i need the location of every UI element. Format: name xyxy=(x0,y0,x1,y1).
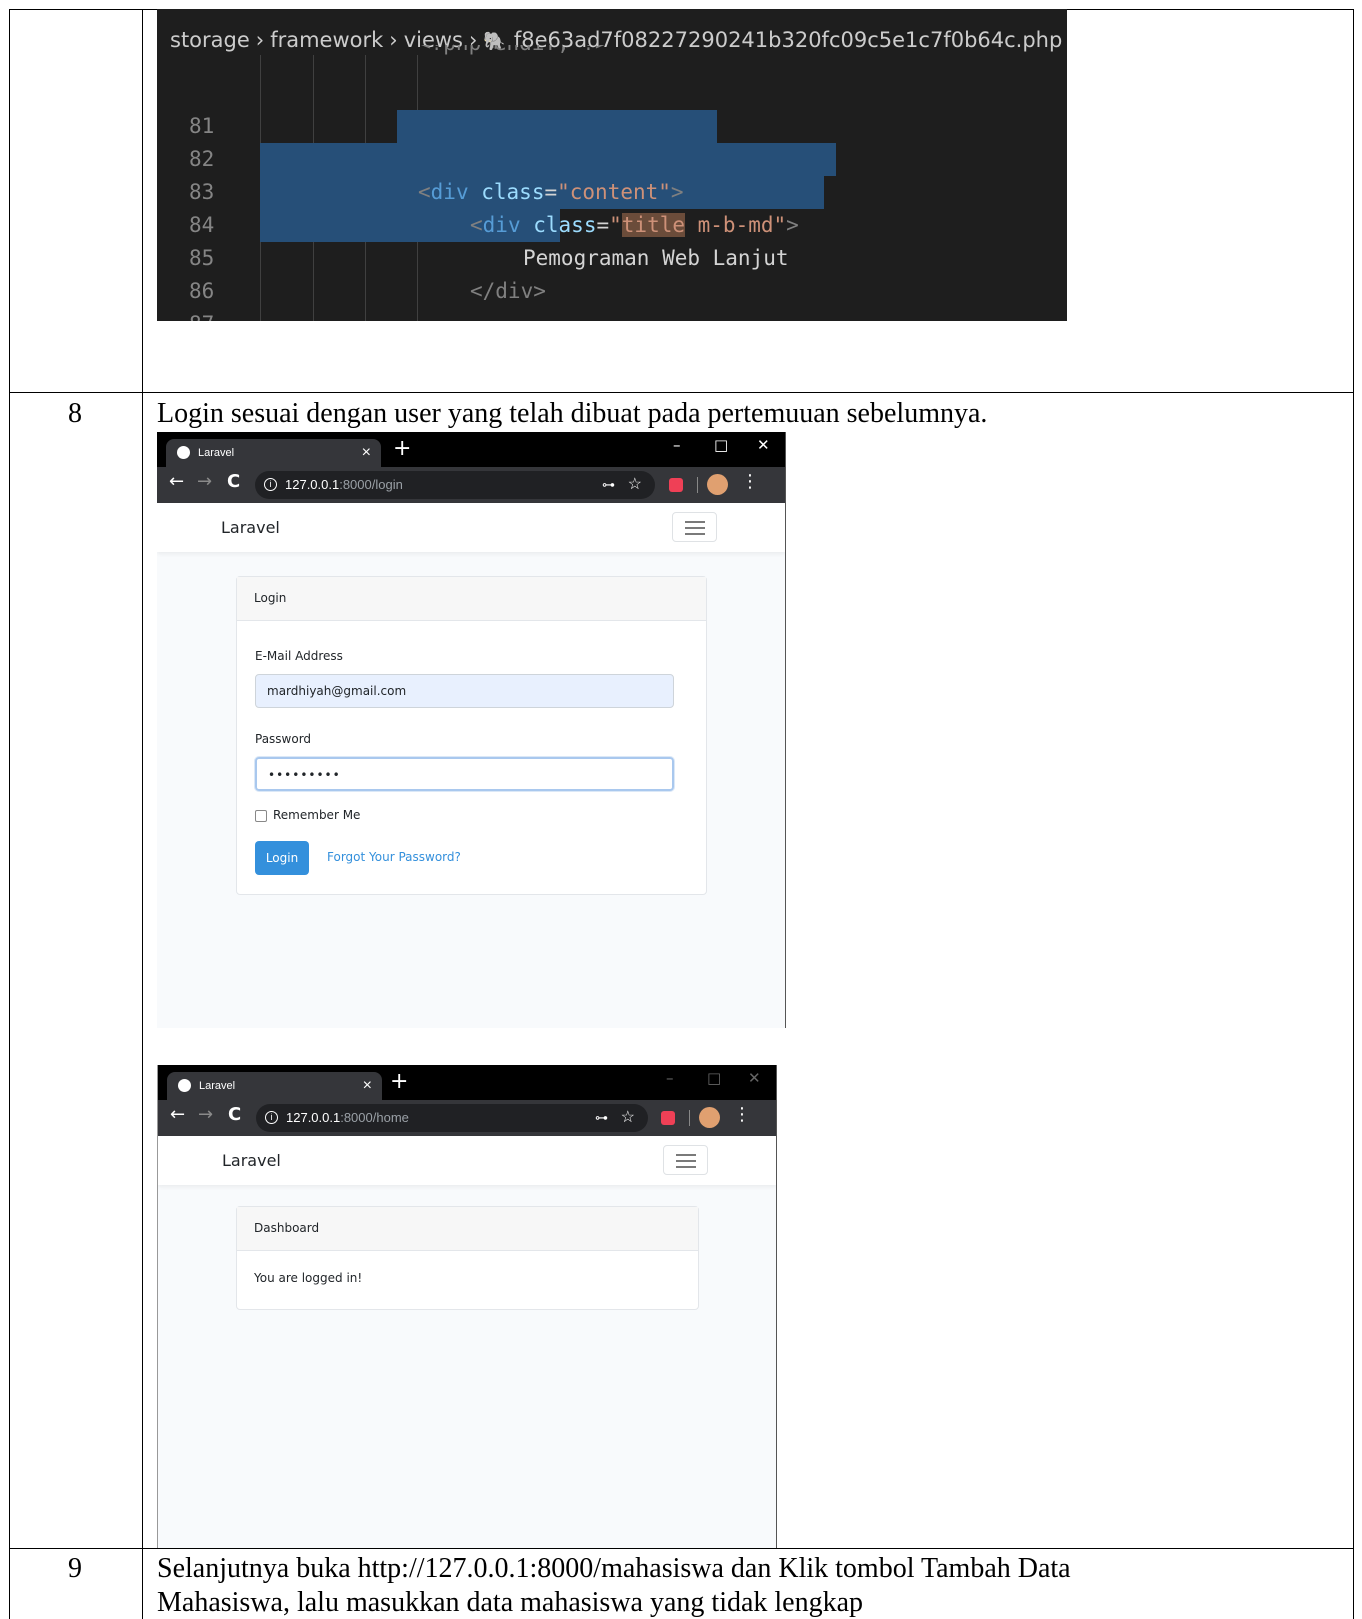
card-header: Login xyxy=(237,577,706,621)
code-line-partial: <?php endif; ?> xyxy=(157,45,1067,65)
code-line-82[interactable]: 82 <div class="content"> xyxy=(157,110,1067,204)
menu-icon[interactable]: ⋮ xyxy=(741,471,759,492)
globe-icon xyxy=(177,446,190,459)
browser-tab[interactable]: Laravel × xyxy=(166,439,381,467)
dashboard-card: Dashboard You are logged in! xyxy=(236,1206,699,1310)
code-line-84[interactable]: 84 Pemograman Web Lanjut xyxy=(157,176,1067,270)
step-number: 8 xyxy=(68,398,82,429)
table-border-left xyxy=(9,9,10,1619)
login-button[interactable]: Login xyxy=(255,841,309,875)
step-number: 9 xyxy=(68,1553,82,1584)
address-bar[interactable]: i 127.0.0.1:8000/home ⊶ ☆ xyxy=(256,1104,648,1132)
toolbar-divider xyxy=(697,477,698,493)
table-row-divider-2 xyxy=(9,1548,1354,1549)
url-text: 127.0.0.1:8000/home xyxy=(286,1110,409,1125)
card-body-text: You are logged in! xyxy=(254,1271,363,1285)
remember-checkbox[interactable] xyxy=(255,810,267,822)
forgot-password-link[interactable]: Forgot Your Password? xyxy=(327,850,461,864)
app-navbar: Laravel xyxy=(157,503,785,552)
toolbar-divider xyxy=(689,1110,690,1126)
card-header: Dashboard xyxy=(237,1207,698,1251)
email-label: E-Mail Address xyxy=(255,649,343,663)
star-icon[interactable]: ☆ xyxy=(628,471,642,499)
back-icon[interactable]: ← xyxy=(170,1104,185,1125)
title-bar: Laravel × + – □ ✕ xyxy=(158,1065,776,1100)
hamburger-icon xyxy=(676,1154,696,1156)
star-icon[interactable]: ☆ xyxy=(621,1104,635,1132)
close-tab-icon[interactable]: × xyxy=(363,1072,372,1100)
table-row-divider-1 xyxy=(9,392,1354,393)
tab-title: Laravel xyxy=(199,1080,236,1092)
reload-icon[interactable]: C xyxy=(227,471,240,492)
address-bar[interactable]: i 127.0.0.1:8000/login ⊶ ☆ xyxy=(255,471,655,499)
info-icon[interactable]: i xyxy=(264,478,277,491)
url-text: 127.0.0.1:8000/login xyxy=(285,477,403,492)
close-window-icon[interactable]: ✕ xyxy=(748,1069,761,1087)
back-icon[interactable]: ← xyxy=(169,471,184,492)
code-editor-screenshot: storage › framework › views › 🐘 f8e63ad7f082272… xyxy=(157,9,1067,321)
code-line-85[interactable]: 85 </div> xyxy=(157,209,1067,303)
profile-avatar[interactable] xyxy=(699,1107,720,1128)
table-column-divider xyxy=(142,9,143,1619)
pocket-extension-icon[interactable] xyxy=(661,1111,675,1125)
browser-window-home: Laravel × + – □ ✕ ← → C i 127.0.0.1:8000… xyxy=(157,1065,777,1548)
password-field[interactable]: ••••••••• xyxy=(255,757,674,791)
hamburger-menu-button[interactable] xyxy=(663,1145,708,1175)
remember-label[interactable]: Remember Me xyxy=(273,808,360,822)
maximize-icon[interactable]: □ xyxy=(714,436,728,454)
step-description: Login sesuai dengan user yang telah dibu… xyxy=(157,398,988,429)
browser-toolbar: ← → C i 127.0.0.1:8000/login ⊶ ☆ ⋮ xyxy=(157,467,785,503)
minimize-icon[interactable]: – xyxy=(666,1069,674,1087)
new-tab-icon[interactable]: + xyxy=(393,436,411,461)
code-line-87[interactable]: 87 <div class="links"> xyxy=(157,275,1067,321)
code-text: <?php endif; ?> xyxy=(418,45,608,54)
forward-icon[interactable]: → xyxy=(198,1104,213,1125)
navbar-brand[interactable]: Laravel xyxy=(221,503,280,552)
menu-icon[interactable]: ⋮ xyxy=(733,1104,751,1125)
forward-icon[interactable]: → xyxy=(197,471,212,492)
table-border-right xyxy=(1353,9,1354,1619)
maximize-icon[interactable]: □ xyxy=(707,1069,721,1087)
app-navbar: Laravel xyxy=(158,1136,776,1185)
browser-window-login: Laravel × + – □ ✕ ← → C i 127.0.0.1:8000… xyxy=(157,432,786,1028)
browser-toolbar: ← → C i 127.0.0.1:8000/home ⊶ ☆ ⋮ xyxy=(158,1100,776,1136)
password-label: Password xyxy=(255,732,312,746)
step-description-line-2: Mahasiswa, lalu masukkan data mahasiswa … xyxy=(157,1587,864,1618)
key-icon[interactable]: ⊶ xyxy=(595,1104,608,1132)
browser-tab[interactable]: Laravel × xyxy=(167,1072,382,1100)
key-icon[interactable]: ⊶ xyxy=(602,471,615,499)
email-field[interactable]: mardhiyah@gmail.com xyxy=(255,674,674,708)
step-description-line-1: Selanjutnya buka http://127.0.0.1:8000/m… xyxy=(157,1553,1071,1584)
code-line-86[interactable]: 86 xyxy=(157,242,1067,303)
profile-avatar[interactable] xyxy=(707,474,728,495)
pocket-extension-icon[interactable] xyxy=(669,478,683,492)
info-icon[interactable]: i xyxy=(265,1111,278,1124)
tab-title: Laravel xyxy=(198,447,235,459)
new-tab-icon[interactable]: + xyxy=(390,1069,408,1094)
code-line-83[interactable]: 83 <div class="title m-b-md"> xyxy=(157,143,1067,237)
close-window-icon[interactable]: ✕ xyxy=(757,436,770,454)
globe-icon xyxy=(178,1079,191,1092)
line-number: 87 xyxy=(189,308,214,321)
navbar-brand[interactable]: Laravel xyxy=(222,1136,281,1185)
title-bar: Laravel × + – □ ✕ xyxy=(157,432,785,467)
login-card: Login E-Mail Address mardhiyah@gmail.com… xyxy=(236,576,707,895)
code-line-81[interactable]: 81 xyxy=(157,77,1067,138)
close-tab-icon[interactable]: × xyxy=(362,439,371,467)
reload-icon[interactable]: C xyxy=(228,1104,241,1125)
minimize-icon[interactable]: – xyxy=(673,436,681,454)
hamburger-menu-button[interactable] xyxy=(672,512,717,542)
hamburger-icon xyxy=(685,521,705,523)
